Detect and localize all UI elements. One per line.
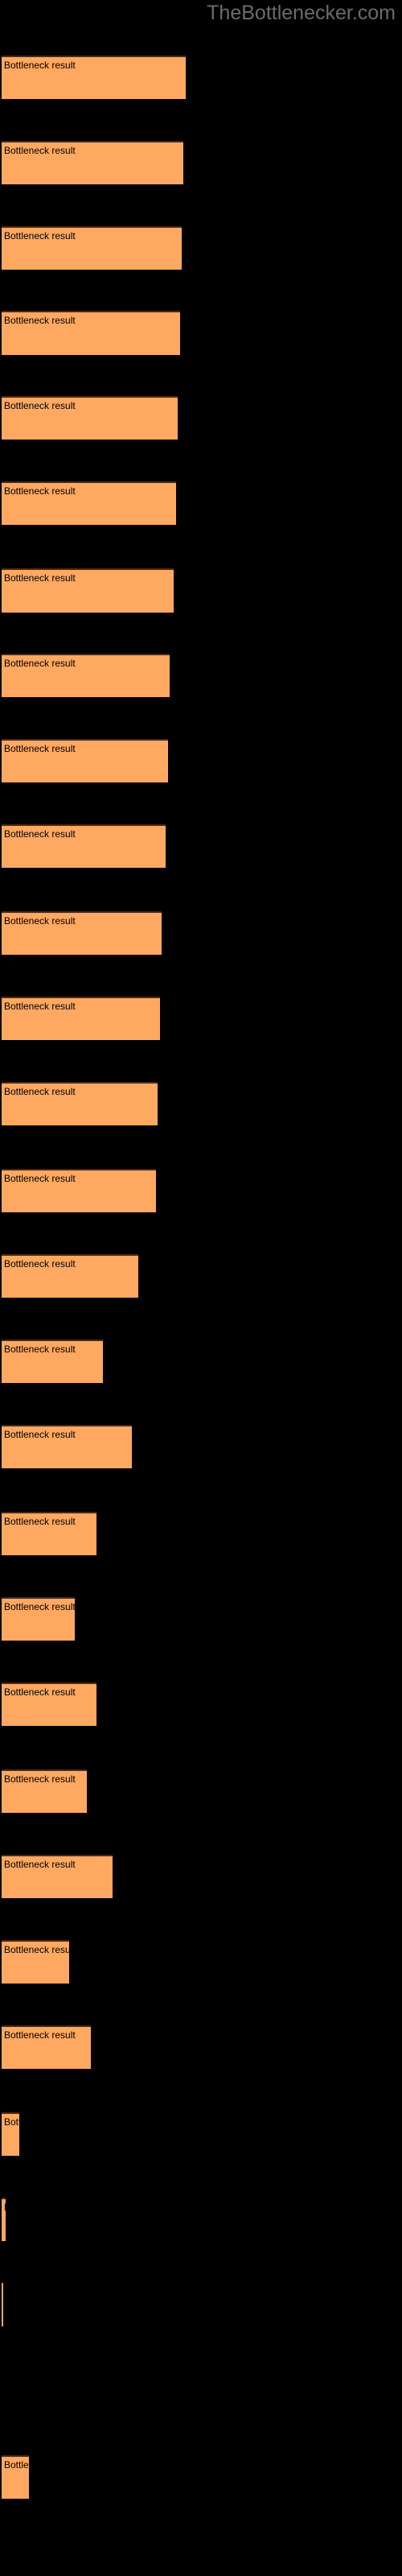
bottleneck-result-bar[interactable]: Bottleneck result <box>2 739 168 783</box>
bar-label: Bottleneck result <box>4 1344 76 1355</box>
bottleneck-result-bar[interactable]: Bottleneck result <box>2 1512 97 1556</box>
bar-label: Bottleneck result <box>4 2116 19 2128</box>
bar-row: Bottleneck result <box>0 311 402 355</box>
bottleneck-result-bar[interactable]: Bottleneck result <box>2 2282 3 2326</box>
site-watermark: TheBottlenecker.com <box>207 2 396 24</box>
bar-label: Bottleneck result <box>4 1516 76 1528</box>
bottleneck-result-bar[interactable]: Bottleneck result <box>2 824 166 869</box>
bar-row: Bottleneck result <box>0 1769 402 1814</box>
bar-row: Bottleneck result <box>0 997 402 1041</box>
bottleneck-result-bar[interactable]: Bottleneck result <box>2 2454 30 2499</box>
bar-row: Bottleneck result <box>0 1597 402 1641</box>
bar-row: Bottleneck result <box>0 568 402 613</box>
bottleneck-result-bar[interactable]: Bottleneck result <box>2 1769 87 1814</box>
bar-row: Bottleneck result <box>0 2454 402 2499</box>
bar-label: Bottleneck result <box>4 1859 76 1870</box>
bottleneck-result-bar[interactable]: Bottleneck result <box>2 1855 113 1899</box>
bar-row: Bottleneck result <box>0 824 402 869</box>
bar-label: Bottleneck result <box>4 572 76 584</box>
bottleneck-result-bar[interactable]: Bottleneck result <box>2 2112 20 2157</box>
bar-label: Bottleneck result <box>4 1001 76 1013</box>
bottleneck-result-bar[interactable]: Bottleneck result <box>2 1340 103 1384</box>
bar-row: Bottleneck result <box>0 2197 402 2241</box>
bottleneck-result-bar[interactable]: Bottleneck result <box>2 568 174 613</box>
bar-row: Bottleneck result <box>0 2112 402 2157</box>
bar-label: Bottleneck result <box>4 1773 76 1785</box>
bar-label: Bottleneck result <box>4 400 76 412</box>
bottleneck-result-bar[interactable]: Bottleneck result <box>2 225 182 270</box>
bar-row: Bottleneck result <box>0 1340 402 1384</box>
bottleneck-result-bar[interactable]: Bottleneck result <box>2 2197 6 2241</box>
bar-row: Bottleneck result <box>0 911 402 956</box>
bar-row: Bottleneck result <box>0 1682 402 1726</box>
bar-label: Bottleneck result <box>4 2201 6 2215</box>
bar-label: Bottleneck result <box>4 229 76 242</box>
bar-row: Bottleneck result <box>0 1424 402 1468</box>
bar-row: Bottleneck result <box>0 2282 402 2326</box>
bar-label: Bottleneck result <box>4 144 76 156</box>
bar-row: Bottleneck result <box>0 1082 402 1126</box>
bar-label: Bottleneck result <box>4 658 76 670</box>
bottleneck-result-bar[interactable]: Bottleneck result <box>2 1082 158 1126</box>
bottleneck-result-bar[interactable]: Bottleneck result <box>2 1597 76 1641</box>
bar-row: Bottleneck result <box>0 1169 402 1213</box>
bottleneck-result-bar[interactable]: Bottleneck result <box>2 1169 156 1213</box>
bar-row: Bottleneck result <box>0 225 402 270</box>
bar-row: Bottleneck result <box>0 1855 402 1899</box>
bar-label: Bottleneck result <box>4 1943 69 1955</box>
bar-row: Bottleneck result <box>0 654 402 698</box>
bar-label: Bottleneck result <box>4 915 76 927</box>
bar-label: Bottleneck result <box>4 2029 76 2041</box>
bar-label: Bottleneck result <box>4 828 76 840</box>
bottleneck-result-bar[interactable]: Bottleneck result <box>2 396 178 440</box>
bar-label: Bottleneck result <box>4 315 76 327</box>
bar-label: Bottleneck result <box>4 1173 76 1185</box>
bar-label: Bottleneck result <box>4 1086 76 1097</box>
bottleneck-result-bar[interactable]: Bottleneck result <box>2 911 162 956</box>
bar-row: Bottleneck result <box>0 739 402 783</box>
bottleneck-result-bar[interactable]: Bottleneck result <box>2 1682 97 1726</box>
bottleneck-result-bar[interactable]: Bottleneck result <box>2 654 170 698</box>
bar-row: Bottleneck result <box>0 140 402 184</box>
bottleneck-result-bar[interactable]: Bottleneck result <box>2 140 184 184</box>
bottleneck-result-bar[interactable]: Bottleneck result <box>2 1939 69 1984</box>
bottleneck-result-bar[interactable]: Bottleneck result <box>2 1424 133 1468</box>
bottleneck-result-bar[interactable]: Bottleneck result <box>2 311 180 355</box>
bar-row: Bottleneck result <box>0 1512 402 1556</box>
bar-row: Bottleneck result <box>0 396 402 440</box>
bar-row: Bottleneck result <box>0 55 402 100</box>
bar-label: Bottleneck result <box>4 1258 76 1270</box>
bottleneck-result-bar[interactable]: Bottleneck result <box>2 55 186 100</box>
bar-label: Bottleneck result <box>4 743 76 755</box>
bar-label: Bottleneck result <box>4 1601 76 1612</box>
bar-row: Bottleneck result <box>0 2025 402 2069</box>
bar-row: Bottleneck result <box>0 1254 402 1298</box>
bar-label: Bottleneck result <box>4 1686 76 1698</box>
bar-label: Bottleneck result <box>4 59 76 71</box>
bottleneck-result-bar[interactable]: Bottleneck result <box>2 997 160 1041</box>
bar-label: Bottleneck result <box>4 2458 29 2471</box>
bottleneck-result-bar[interactable]: Bottleneck result <box>2 481 176 526</box>
bottleneck-result-bar[interactable]: Bottleneck result <box>2 2025 91 2069</box>
bar-row: Bottleneck result <box>0 481 402 526</box>
bar-row: Bottleneck result <box>0 1939 402 1984</box>
bar-label: Bottleneck result <box>4 485 76 497</box>
bar-label: Bottleneck result <box>4 1428 76 1440</box>
bottleneck-bar-chart: TheBottlenecker.com Bottleneck result Bot… <box>0 0 402 2576</box>
bottleneck-result-bar[interactable]: Bottleneck result <box>2 1254 138 1298</box>
